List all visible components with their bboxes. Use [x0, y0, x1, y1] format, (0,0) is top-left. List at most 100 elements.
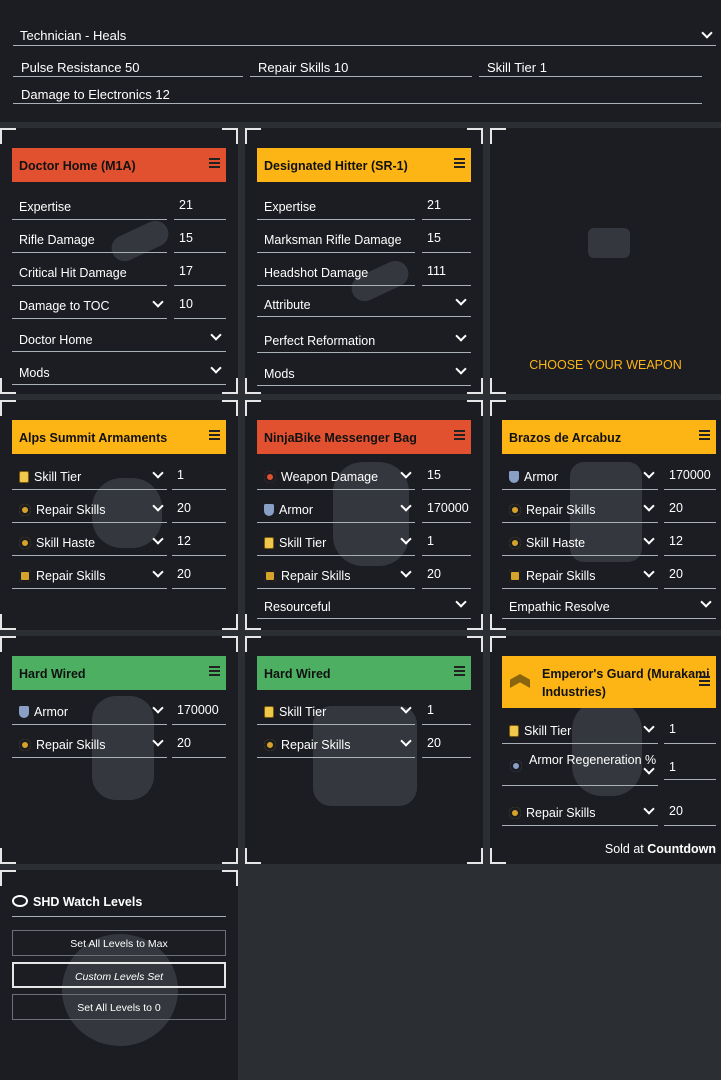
repair-skills-icon [19, 504, 31, 516]
weapon-attribute-dropdown[interactable]: Attribute [257, 283, 471, 317]
weapon-stat-value[interactable]: 15 [174, 219, 226, 253]
gear-attr-dropdown[interactable]: Skill Tier [502, 710, 658, 744]
gear-panel-gloves: Hard Wired Armor 170000 Repair Skills 20 [0, 636, 238, 864]
gear-talent-dropdown[interactable]: Empathic Resolve [502, 585, 716, 619]
weapon-name-header[interactable]: Designated Hitter (SR-1) [257, 148, 471, 182]
gear-attr-value[interactable]: 20 [172, 555, 226, 589]
gear-attr-dropdown[interactable]: Weapon Damage [257, 456, 415, 490]
chevron-down-icon [400, 532, 412, 546]
weapon-stat-dropdown[interactable]: Damage to TOC [12, 285, 167, 319]
gear-attr-value[interactable]: 170000 [664, 456, 716, 490]
gear-attr-value[interactable]: 20 [422, 555, 471, 589]
gear-attr-value[interactable]: 1 [664, 746, 716, 780]
weapon-stat-label: Expertise [12, 186, 167, 220]
weapon-stat-value[interactable]: 21 [174, 186, 226, 220]
gear-attr-dropdown[interactable]: Armor Regeneration % [502, 746, 658, 786]
gear-attr-dropdown[interactable]: Skill Haste [12, 522, 167, 556]
menu-icon[interactable] [209, 666, 220, 678]
gear-attr-dropdown[interactable]: Skill Haste [502, 522, 658, 556]
gear-attr-value[interactable]: 20 [172, 489, 226, 523]
gear-attr-value[interactable]: 1 [422, 522, 471, 556]
gear-name-header[interactable]: Hard Wired [12, 656, 226, 690]
chevron-down-icon [455, 293, 467, 307]
gear-attr-dropdown[interactable]: Repair Skills [502, 792, 658, 826]
gear-attr-dropdown[interactable]: Skill Tier [12, 456, 167, 490]
gear-panel-holster: Hard Wired Skill Tier 1 Repair Skills 20 [245, 636, 483, 864]
weapon-panel-primary: Doctor Home (M1A) Expertise 21 Rifle Dama… [0, 128, 238, 394]
menu-icon[interactable] [454, 666, 465, 678]
weapon-stat-value[interactable]: 21 [422, 186, 471, 220]
weapon-talent-dropdown[interactable]: Perfect Reformation [257, 319, 471, 353]
menu-icon[interactable] [699, 430, 710, 442]
gear-name-header[interactable]: Emperor's Guard (Murakami Industries) [502, 656, 716, 708]
gear-attr-value[interactable]: 12 [664, 522, 716, 556]
gear-attr-value[interactable]: 20 [422, 724, 471, 758]
gear-attr-dropdown[interactable]: Armor [502, 456, 658, 490]
specialization-dropdown[interactable]: Technician - Heals [13, 23, 716, 46]
choose-weapon-label[interactable]: CHOOSE YOUR WEAPON [490, 358, 721, 372]
gear-name-header[interactable]: Hard Wired [257, 656, 471, 690]
weapon-stat-value[interactable]: 15 [422, 219, 471, 253]
gear-attr-value[interactable]: 20 [664, 792, 716, 826]
chevron-down-icon [400, 565, 412, 579]
weapon-stat-value[interactable]: 17 [174, 252, 226, 286]
gear-attr-value[interactable]: 1 [664, 710, 716, 744]
menu-icon[interactable] [209, 158, 220, 170]
gear-attr-dropdown[interactable]: Skill Tier [257, 691, 415, 725]
gear-attr-value[interactable]: 170000 [172, 691, 226, 725]
chevron-down-icon [643, 499, 655, 513]
gear-attr-value[interactable]: 1 [172, 456, 226, 490]
chevron-down-icon [400, 701, 412, 715]
gear-attr-dropdown[interactable]: Repair Skills [502, 555, 658, 589]
gear-attr-dropdown[interactable]: Skill Tier [257, 522, 415, 556]
gear-attr-value[interactable]: 15 [422, 456, 471, 490]
gear-talent-dropdown[interactable]: Resourceful [257, 585, 471, 619]
menu-icon[interactable] [454, 430, 465, 442]
custom-levels-button[interactable]: Custom Levels Set [12, 962, 226, 988]
set-levels-zero-button[interactable]: Set All Levels to 0 [12, 994, 226, 1020]
gear-name-header[interactable]: Brazos de Arcabuz [502, 420, 716, 454]
menu-icon[interactable] [209, 430, 220, 442]
gear-attr-dropdown[interactable]: Repair Skills [257, 724, 415, 758]
skill-haste-icon [19, 537, 31, 549]
chevron-down-icon [152, 466, 164, 480]
gear-attr-dropdown[interactable]: Repair Skills [12, 489, 167, 523]
weapon-stat-value[interactable]: 10 [174, 285, 226, 319]
weapon-stat-label: Rifle Damage [12, 219, 167, 253]
gear-attr-dropdown[interactable]: Repair Skills [12, 724, 167, 758]
gear-attr-value[interactable]: 20 [664, 555, 716, 589]
gear-attr-dropdown[interactable]: Armor [12, 691, 167, 725]
gear-attr-value[interactable]: 20 [664, 489, 716, 523]
weapon-mods-dropdown[interactable]: Mods [12, 351, 226, 385]
gear-attr-dropdown[interactable]: Repair Skills [12, 555, 167, 589]
vendor-name[interactable]: Countdown [647, 842, 716, 856]
gear-attr-value[interactable]: 1 [422, 691, 471, 725]
gear-name-header[interactable]: Alps Summit Armaments [12, 420, 226, 454]
gear-name: Brazos de Arcabuz [509, 431, 622, 445]
gear-name: NinjaBike Messenger Bag [264, 431, 417, 445]
gear-attr-dropdown[interactable]: Repair Skills [502, 489, 658, 523]
weapon-talent-dropdown[interactable]: Doctor Home [12, 318, 226, 352]
set-levels-max-button[interactable]: Set All Levels to Max [12, 930, 226, 956]
weapon-stat-label: Critical Hit Damage [12, 252, 167, 286]
skill-tier-icon [264, 706, 274, 718]
gear-name-header[interactable]: NinjaBike Messenger Bag [257, 420, 471, 454]
menu-icon[interactable] [699, 676, 710, 688]
menu-icon[interactable] [454, 158, 465, 170]
gear-attr-value[interactable]: 12 [172, 522, 226, 556]
chevron-down-icon [210, 361, 222, 375]
weapon-name-header[interactable]: Doctor Home (M1A) [12, 148, 226, 182]
weapon-panel-sidearm[interactable]: CHOOSE YOUR WEAPON [490, 128, 721, 394]
skill-tier-icon [19, 471, 29, 483]
weapon-stat-value[interactable]: 111 [422, 252, 471, 286]
gear-attr-value[interactable]: 170000 [422, 489, 471, 523]
gear-attr-dropdown[interactable]: Armor [257, 489, 415, 523]
chevron-down-icon [455, 329, 467, 343]
weapon-mods-dropdown[interactable]: Mods [257, 352, 471, 386]
chevron-down-icon [152, 565, 164, 579]
weapon-stat-label: Headshot Damage [257, 252, 415, 286]
gear-attr-value[interactable]: 20 [172, 724, 226, 758]
spec-stat-pulse-resistance: Pulse Resistance 50 [13, 55, 243, 77]
gear-panel-kneepads: Emperor's Guard (Murakami Industries) Sk… [490, 636, 721, 864]
gear-attr-dropdown[interactable]: Repair Skills [257, 555, 415, 589]
